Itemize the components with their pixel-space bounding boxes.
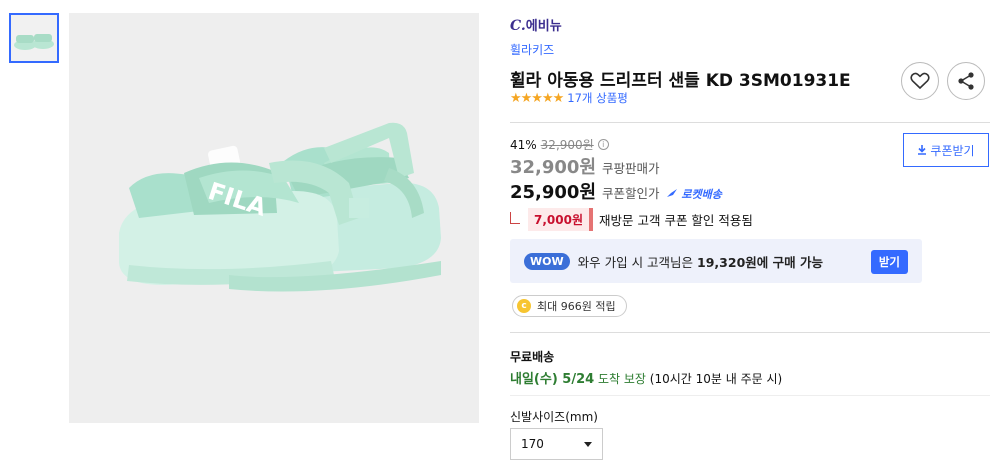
cashback-pill: c 최대 966원 적립	[512, 295, 627, 317]
wow-badge: WOW	[524, 252, 570, 270]
rocket-icon	[666, 189, 677, 197]
order-deadline-note: (10시간 10분 내 주문 시)	[645, 372, 783, 386]
info-icon[interactable]: i	[597, 139, 609, 150]
shipping-title: 무료배송	[510, 350, 555, 364]
arrival-date: 내일(수) 5/24	[510, 372, 595, 387]
coupon-button-label: 쿠폰받기	[930, 143, 975, 158]
original-price: 32,900원	[540, 138, 594, 152]
discount-rate: 41%	[510, 137, 537, 152]
coupang-price: 32,900원	[510, 157, 597, 178]
coupon-price: 25,900원	[510, 182, 597, 203]
wow-text: 와우 가입 시 고객님은	[577, 254, 698, 270]
indent-mark	[510, 211, 520, 224]
share-icon	[958, 72, 974, 90]
wishlist-button[interactable]	[901, 62, 939, 100]
wow-membership-banner: WOW 와우 가입 시 고객님은 19,320원에 구매 가능 받기	[510, 239, 922, 283]
rocket-label: 로켓배송	[681, 188, 722, 201]
coupang-price-label: 쿠팡판매가	[602, 161, 660, 176]
store-link[interactable]: 휠라키즈	[510, 41, 554, 58]
coupon-download-button[interactable]: 쿠폰받기	[903, 133, 989, 167]
size-select-value: 170	[521, 437, 544, 451]
shipping-eta: 내일(수) 5/24 도착 보장 (10시간 10분 내 주문 시)	[510, 368, 782, 387]
brand-logo[interactable]: C.에비뉴	[510, 15, 562, 34]
chevron-down-icon	[584, 441, 592, 447]
rocket-delivery-badge: 로켓배송	[666, 186, 722, 202]
section-divider	[510, 332, 990, 333]
heart-icon	[910, 72, 930, 90]
revisit-text: 재방문 고객 쿠폰 할인 적용됨	[599, 213, 753, 228]
cashback-text: 최대 966원 적립	[537, 300, 616, 313]
sandal-thumbnail-image	[14, 34, 54, 50]
product-main-image: FILA	[69, 13, 479, 423]
discount-row: 41% 32,900원 i	[510, 136, 609, 153]
wow-get-button[interactable]: 받기	[870, 250, 908, 274]
rating-row[interactable]: ★★★★★ 17개 상품평	[510, 90, 628, 106]
revisit-amount-tag: 7,000원	[528, 208, 593, 231]
section-divider	[510, 395, 990, 396]
revisit-coupon-row: 7,000원 재방문 고객 쿠폰 할인 적용됨	[510, 208, 753, 231]
product-title: 휠라 아동용 드리프터 샌들 KD 3SM01931E	[510, 71, 851, 91]
share-button[interactable]	[947, 62, 985, 100]
coupang-price-row: 32,900원 쿠팡판매가	[510, 153, 660, 179]
coupon-price-label: 쿠폰할인가	[602, 186, 660, 201]
product-thumbnail[interactable]	[9, 13, 59, 63]
section-divider	[510, 122, 990, 123]
coupon-price-row: 25,900원 쿠폰할인가 로켓배송	[510, 178, 722, 204]
size-option-label: 신발사이즈(mm)	[510, 410, 598, 424]
sandal-image: FILA	[119, 122, 441, 292]
brand-logo-mark: C.	[510, 18, 526, 34]
wow-price: 19,320원에 구매 가능	[697, 254, 823, 270]
rating-stars-icon: ★★★★★	[510, 90, 564, 106]
coin-icon: c	[517, 299, 531, 313]
arrival-guarantee: 도착 보장	[594, 372, 646, 386]
download-icon	[918, 145, 927, 155]
brand-logo-text: 에비뉴	[525, 19, 562, 34]
review-count-link[interactable]: 17개 상품평	[567, 90, 628, 106]
size-select[interactable]: 170	[510, 428, 603, 460]
